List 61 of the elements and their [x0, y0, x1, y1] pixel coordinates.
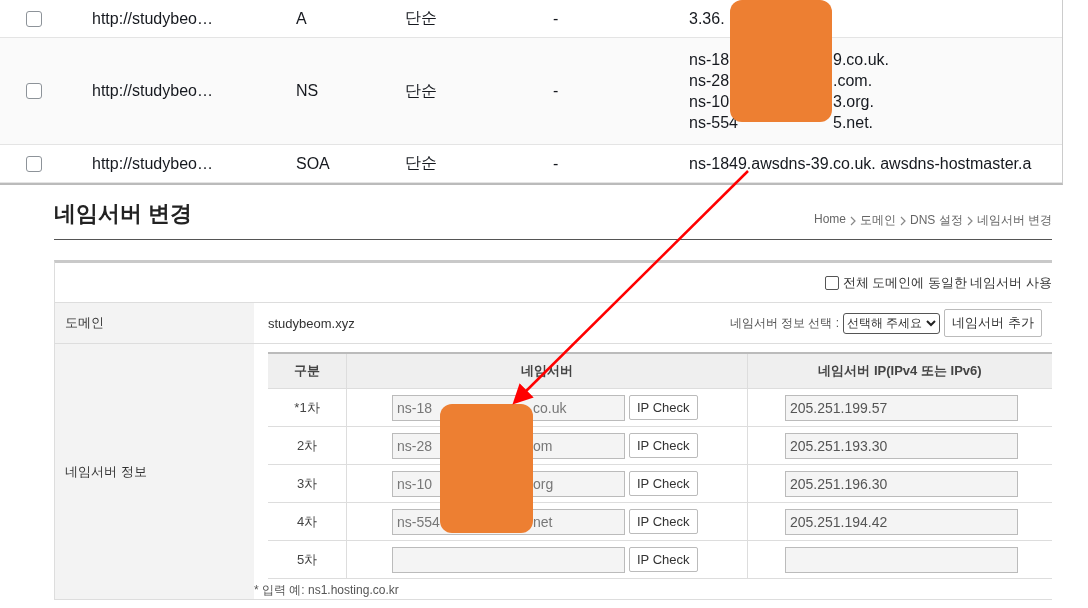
record-name: http://studybeo…: [92, 154, 214, 173]
ip-check-button[interactable]: IP Check: [629, 433, 698, 458]
record-value: 5.net.: [833, 113, 875, 132]
record-value: 9.co.uk.: [833, 50, 891, 69]
record-value: ns-10: [689, 92, 731, 111]
domain-name: studybeom.xyz: [268, 315, 355, 331]
checkbox[interactable]: [824, 275, 839, 290]
routing-policy: 단순: [405, 153, 438, 173]
chevron-right-icon: [966, 215, 973, 226]
order-label: 5차: [296, 550, 318, 569]
column-header: 네임서버 IP(IPv4 또는 IPv6): [818, 362, 982, 380]
ip-field[interactable]: [785, 546, 1018, 573]
ip-field[interactable]: 205.251.199.57: [785, 394, 1018, 421]
add-nameserver-button[interactable]: 네임서버 추가: [944, 309, 1042, 337]
chevron-right-icon: [900, 215, 906, 226]
select-label: 네임서버 정보 선택 :: [729, 314, 840, 332]
record-value: ns-1849.awsdns-39.co.uk. awsdns-hostmaster.a: [689, 154, 1033, 173]
ip-field[interactable]: 205.251.193.30: [785, 432, 1018, 459]
checkbox[interactable]: [26, 83, 42, 99]
record-value: ns-554: [689, 113, 739, 132]
order-label: *1차: [294, 398, 320, 417]
breadcrumb-item[interactable]: Home: [813, 212, 846, 229]
ip-check-button[interactable]: IP Check: [629, 395, 698, 420]
nameserver-field[interactable]: [392, 546, 625, 573]
page-title: 네임서버 변경: [54, 200, 193, 228]
record-name: http://studybeo…: [92, 9, 214, 28]
field-label: 네임서버 정보: [55, 344, 254, 599]
table-cell-text: -: [553, 9, 560, 28]
ip-check-button[interactable]: IP Check: [629, 547, 698, 572]
routing-policy: 단순: [405, 80, 438, 101]
record-value: ns-28: [689, 71, 731, 90]
nameserver-select[interactable]: 선택해 주세요: [843, 312, 941, 334]
ip-field[interactable]: 205.251.194.42: [785, 508, 1018, 535]
breadcrumb-item[interactable]: DNS 설정: [910, 212, 963, 229]
record-type: A: [296, 9, 308, 28]
breadcrumb-item[interactable]: 네임서버 변경: [976, 212, 1052, 229]
column-header: 구분: [294, 362, 320, 380]
ip-field[interactable]: 205.251.196.30: [785, 470, 1018, 497]
chevron-right-icon: [850, 215, 856, 226]
checkbox[interactable]: [26, 155, 42, 172]
table-cell-text: -: [553, 154, 560, 173]
breadcrumb-item[interactable]: 도메인: [860, 212, 896, 229]
order-label: 3차: [296, 474, 318, 493]
input-example-note: * 입력 예: ns1.hosting.co.kr: [254, 582, 400, 599]
table-cell-text: -: [553, 82, 560, 100]
order-label: 2차: [296, 436, 318, 455]
record-type: NS: [296, 82, 320, 100]
ip-check-button[interactable]: IP Check: [629, 509, 698, 534]
order-label: 4차: [296, 512, 318, 531]
checkbox[interactable]: [26, 10, 42, 27]
ip-check-button[interactable]: IP Check: [629, 471, 698, 496]
record-name: http://studybeo…: [92, 82, 214, 100]
record-value: ns-18: [689, 50, 731, 69]
field-label: 도메인: [55, 303, 254, 343]
record-value: 3.org.: [833, 92, 875, 111]
record-value: 3.36.: [689, 9, 726, 28]
record-value: .com.: [833, 71, 874, 90]
record-type: SOA: [296, 154, 331, 173]
routing-policy: 단순: [405, 8, 438, 28]
chevron-down-icon: [926, 319, 937, 327]
checkbox-label: 전체 도메인에 동일한 네임서버 사용: [842, 273, 1052, 292]
